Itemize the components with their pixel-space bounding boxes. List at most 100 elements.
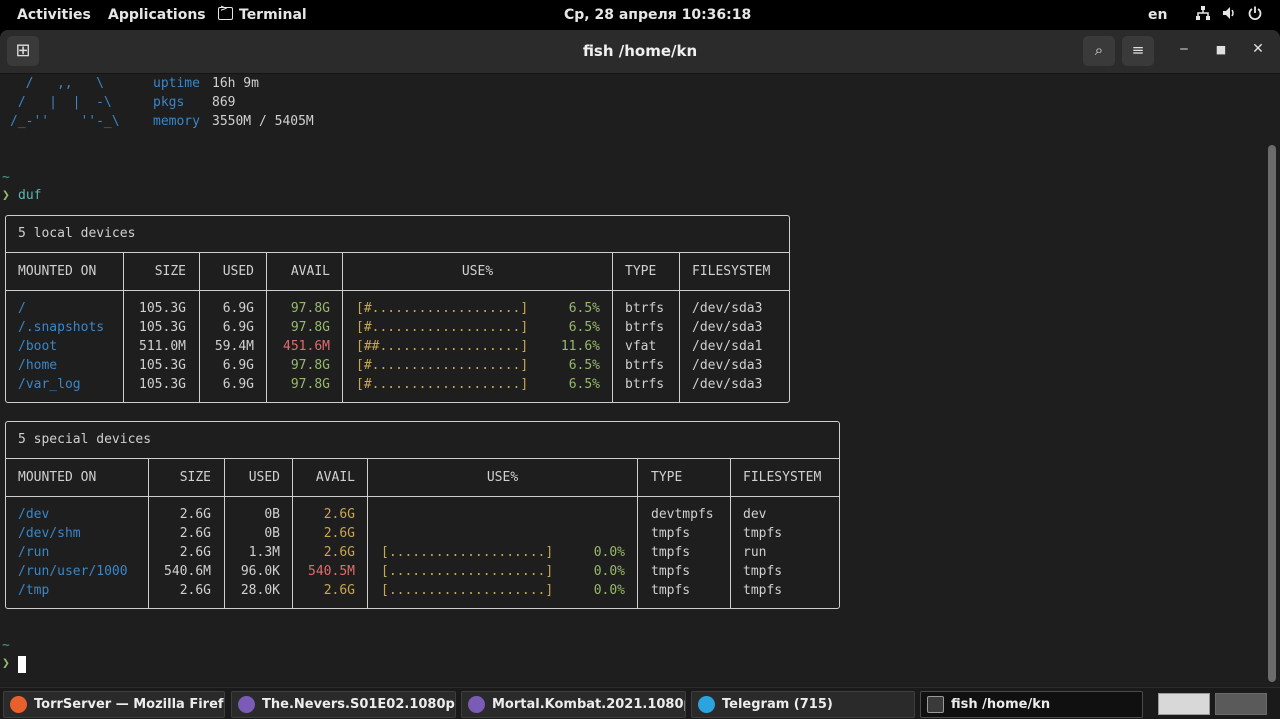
used-cell: 1.3M	[248, 545, 280, 560]
mount-cell: /.snapshots	[18, 320, 105, 335]
avail-cell: 2.6G	[323, 583, 355, 598]
special-devices-table: 5 special devices MOUNTED ON SIZE USED A…	[5, 421, 840, 609]
column-header: TYPE	[625, 264, 657, 279]
usage-percent: 11.6%	[560, 339, 600, 354]
avail-cell: 2.6G	[323, 507, 355, 522]
clock[interactable]: Ср, 28 апреля 10:36:18	[564, 7, 751, 23]
usage-percent: 6.5%	[568, 320, 600, 335]
avail-cell: 97.8G	[290, 377, 330, 392]
workspace-2[interactable]	[1215, 693, 1267, 715]
column-header: AVAIL	[290, 264, 330, 279]
mount-cell: /dev	[18, 507, 50, 522]
filesystem-cell: dev	[743, 507, 767, 522]
column-header: USE%	[461, 264, 494, 279]
prompt-cwd: ~	[2, 638, 10, 653]
close-button[interactable]: ✕	[1248, 41, 1268, 57]
used-cell: 0B	[264, 507, 280, 522]
search-button[interactable]: ⌕	[1083, 36, 1115, 66]
taskbar-item-label: fish /home/kn	[951, 697, 1051, 712]
size-cell: 105.3G	[139, 301, 186, 316]
search-icon: ⌕	[1094, 41, 1104, 59]
filesystem-cell: run	[743, 545, 767, 560]
column-header: MOUNTED ON	[18, 470, 97, 485]
column-header: MOUNTED ON	[18, 264, 97, 279]
usage-bar: [....................]	[381, 564, 554, 579]
avail-cell: 97.8G	[290, 320, 330, 335]
minimize-icon: ‒	[1179, 41, 1189, 57]
terminal-window: ⊞ fish /home/kn ⌕ ≡ ‒ ■ ✕ / ,, \ / | | -…	[0, 30, 1280, 687]
ascii-art-line: /_-'' ''-_\	[10, 114, 120, 129]
volume-icon	[1222, 6, 1236, 24]
filesystem-cell: /dev/sda3	[692, 377, 763, 392]
usage-percent: 0.0%	[593, 583, 625, 598]
maximize-icon: ■	[1215, 43, 1227, 56]
usage-bar: [##..................]	[356, 339, 529, 354]
prompt-arrow: ❯	[2, 188, 10, 203]
used-cell: 0B	[264, 526, 280, 541]
mount-cell: /tmp	[18, 583, 50, 598]
local-devices-table: 5 local devices MOUNTED ON SIZE USED AVA…	[5, 215, 790, 403]
filesystem-cell: /dev/sda3	[692, 320, 763, 335]
column-header: USED	[248, 470, 280, 485]
type-cell: tmpfs	[651, 583, 691, 598]
menu-button[interactable]: ≡	[1122, 36, 1154, 66]
media-player-icon	[468, 696, 485, 713]
keyboard-layout-indicator[interactable]: en	[1148, 7, 1167, 23]
used-cell: 28.0K	[240, 583, 280, 598]
info-value: 16h 9m	[212, 76, 259, 91]
media-player-icon	[238, 696, 255, 713]
usage-percent: 6.5%	[568, 301, 600, 316]
filesystem-cell: tmpfs	[743, 564, 783, 579]
maximize-button[interactable]: ■	[1211, 43, 1231, 56]
mount-cell: /dev/shm	[18, 526, 81, 541]
minimize-button[interactable]: ‒	[1174, 41, 1194, 57]
info-key: pkgs	[153, 95, 185, 110]
used-cell: 59.4M	[214, 339, 254, 354]
applications-menu[interactable]: Applications	[108, 7, 206, 23]
taskbar-item-telegram[interactable]: Telegram (715)	[691, 691, 915, 718]
text-cursor	[18, 656, 26, 673]
used-cell: 6.9G	[222, 358, 254, 373]
filesystem-cell: /dev/sda1	[692, 339, 763, 354]
taskbar-item-terminal[interactable]: fish /home/kn	[920, 691, 1143, 718]
avail-cell: 540.5M	[308, 564, 355, 579]
terminal-output[interactable]: / ,, \ / | | -\ /_-'' ''-_\ uptime 16h 9…	[0, 74, 1266, 687]
taskbar: TorrServer — Mozilla Firefox The.Nevers.…	[0, 687, 1280, 719]
usage-bar: [#...................]	[356, 358, 529, 373]
taskbar-item-media-player[interactable]: Mortal.Kombat.2021.1080p....	[461, 691, 686, 718]
type-cell: tmpfs	[651, 526, 691, 541]
info-key: memory	[153, 114, 200, 129]
app-menu-terminal[interactable]: Terminal	[218, 4, 307, 23]
system-status-menu[interactable]	[1196, 6, 1269, 24]
info-value: 3550M / 5405M	[212, 114, 314, 129]
size-cell: 105.3G	[139, 320, 186, 335]
column-header: FILESYSTEM	[743, 470, 822, 485]
mount-cell: /run/user/1000	[18, 564, 128, 579]
size-cell: 511.0M	[139, 339, 186, 354]
type-cell: btrfs	[625, 301, 665, 316]
column-header: FILESYSTEM	[692, 264, 771, 279]
mount-cell: /	[18, 301, 26, 316]
taskbar-item-firefox[interactable]: TorrServer — Mozilla Firefox	[3, 691, 225, 718]
taskbar-item-media-player[interactable]: The.Nevers.S01E02.1080p.ru...	[231, 691, 456, 718]
activities-button[interactable]: Activities	[17, 7, 91, 23]
scrollbar[interactable]	[1268, 145, 1276, 682]
close-icon: ✕	[1252, 41, 1264, 57]
type-cell: btrfs	[625, 320, 665, 335]
size-cell: 105.3G	[139, 358, 186, 373]
column-header: TYPE	[651, 470, 683, 485]
type-cell: btrfs	[625, 358, 665, 373]
filesystem-cell: tmpfs	[743, 526, 783, 541]
avail-cell: 2.6G	[323, 526, 355, 541]
column-header: USE%	[486, 470, 519, 485]
header-bar: ⊞ fish /home/kn ⌕ ≡ ‒ ■ ✕	[0, 30, 1280, 74]
terminal-icon	[927, 696, 944, 713]
filesystem-cell: /dev/sda3	[692, 358, 763, 373]
column-header: AVAIL	[315, 470, 355, 485]
info-value: 869	[212, 95, 236, 110]
type-cell: devtmpfs	[651, 507, 714, 522]
taskbar-item-label: Mortal.Kombat.2021.1080p....	[492, 697, 685, 712]
mount-cell: /run	[18, 545, 50, 560]
workspace-1[interactable]	[1158, 693, 1210, 715]
power-icon	[1248, 6, 1262, 24]
